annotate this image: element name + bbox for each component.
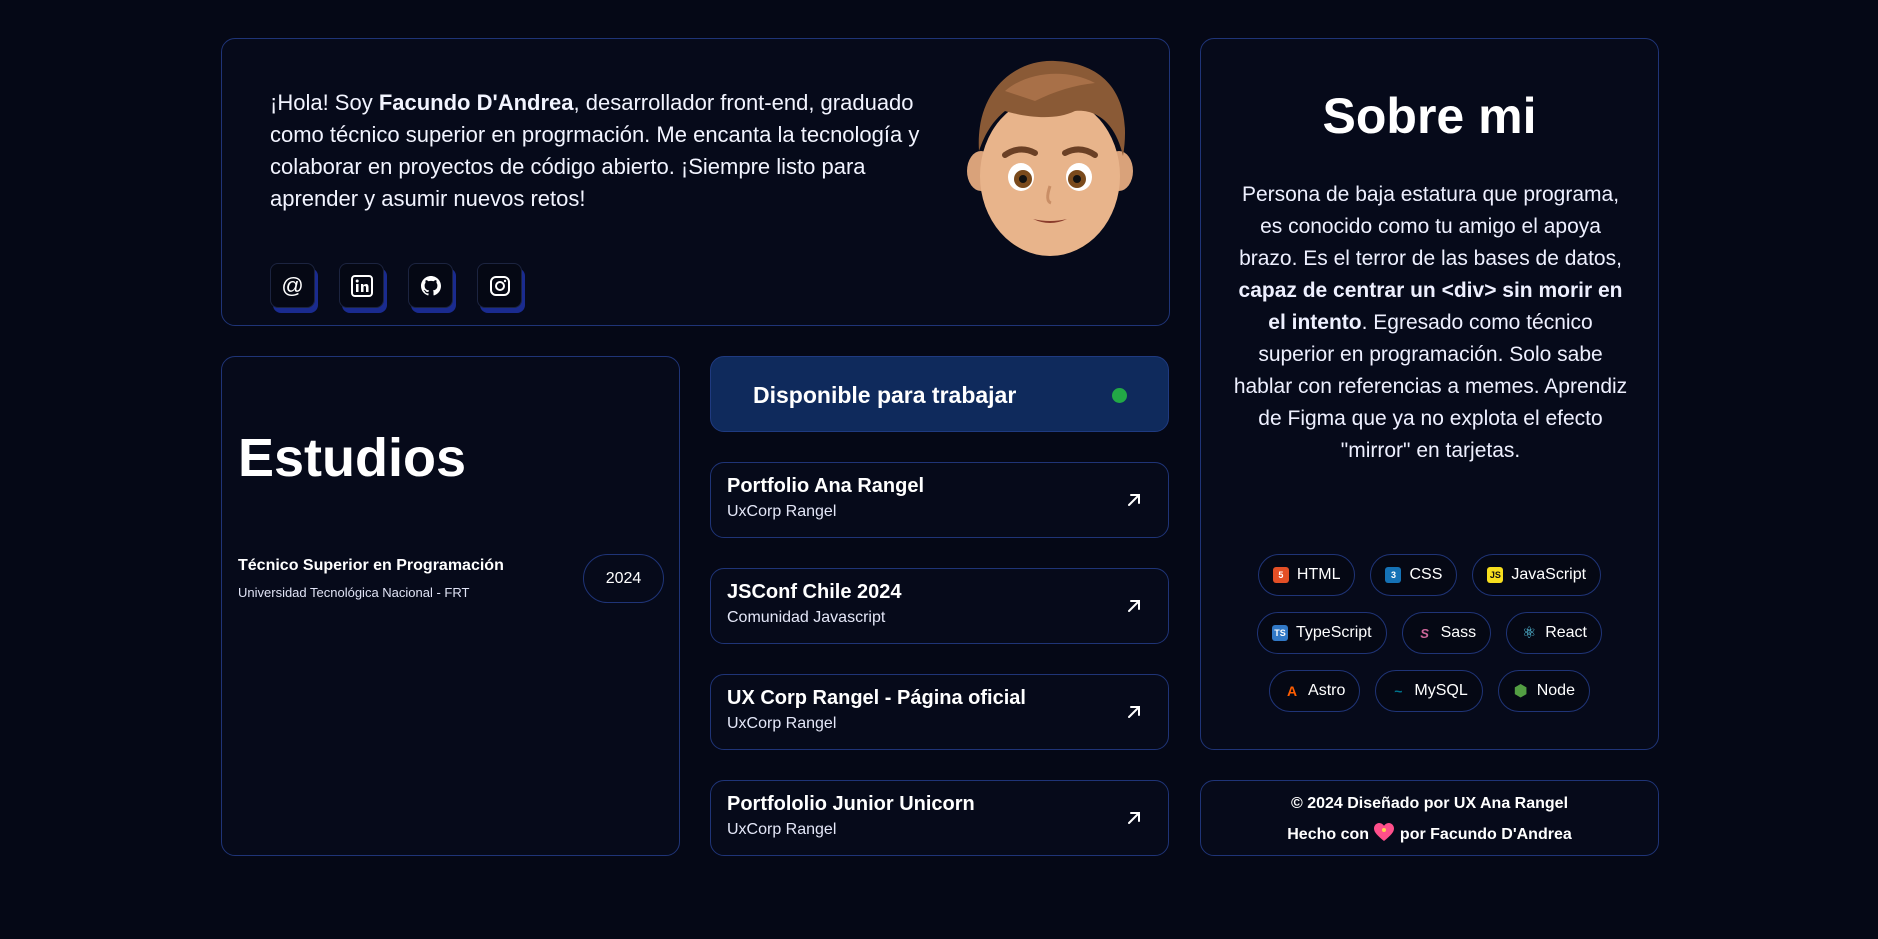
project-subtitle: UxCorp Rangel xyxy=(727,715,837,732)
javascript-icon: JS xyxy=(1487,567,1504,583)
arrow-up-right-icon xyxy=(1128,494,1140,506)
status-dot-icon xyxy=(1112,388,1127,403)
project-card[interactable]: Portfololio Junior Unicorn UxCorp Rangel xyxy=(710,780,1169,856)
tech-badge-javascript: JS JavaScript xyxy=(1472,554,1602,596)
footer: © 2024 Diseñado por UX Ana Rangel Hecho … xyxy=(1200,780,1659,856)
tech-badge-html: 5 HTML xyxy=(1257,554,1356,596)
footer-credits: © 2024 Diseñado por UX Ana Rangel xyxy=(1290,795,1569,812)
tech-badge-sass: S Sass xyxy=(1401,612,1492,654)
instagram-link[interactable] xyxy=(477,263,522,308)
footer-made-with: Hecho con por Facundo D'Andrea xyxy=(1201,822,1658,844)
about-text-part-1: Persona de baja estatura que programa, e… xyxy=(1239,183,1622,270)
instagram-icon xyxy=(489,275,510,296)
tech-badge-css: 3 CSS xyxy=(1370,554,1458,596)
tech-label: Sass xyxy=(1440,624,1477,641)
social-links: @ xyxy=(270,263,522,308)
tech-badge-react: ⚛ React xyxy=(1506,612,1602,654)
degree-institution: Universidad Tecnológica Nacional - FRT xyxy=(238,585,470,600)
intro-name: Facundo D'Andrea xyxy=(378,90,574,115)
project-card[interactable]: Portfolio Ana Rangel UxCorp Rangel xyxy=(710,462,1169,538)
arrow-up-right-icon xyxy=(1128,706,1140,718)
about-card: Sobre mi Persona de baja estatura que pr… xyxy=(1200,38,1659,750)
tech-badge-mysql: ~ MySQL xyxy=(1375,670,1483,712)
footer-made-with-prefix: Hecho con xyxy=(1287,826,1374,843)
css-icon: 3 xyxy=(1385,567,1402,583)
html-icon: 5 xyxy=(1272,567,1289,583)
project-card[interactable]: UX Corp Rangel - Página oficial UxCorp R… xyxy=(710,674,1169,750)
mysql-icon: ~ xyxy=(1394,683,1403,699)
studies-card: Estudios Técnico Superior en Programació… xyxy=(221,356,680,856)
project-title: JSConf Chile 2024 xyxy=(727,581,902,603)
intro-text: ¡Hola! Soy Facundo D'Andrea, desarrollad… xyxy=(270,87,940,215)
studies-title: Estudios xyxy=(238,428,467,488)
github-link[interactable] xyxy=(408,263,453,308)
tech-label: MySQL xyxy=(1414,682,1468,699)
tech-label: CSS xyxy=(1409,566,1443,583)
intro-greeting: ¡Hola! Soy xyxy=(270,90,379,115)
project-title: Portfololio Junior Unicorn xyxy=(727,793,975,815)
project-title: Portfolio Ana Rangel xyxy=(727,475,925,497)
tech-badge-astro: A Astro xyxy=(1269,670,1361,712)
about-description: Persona de baja estatura que programa, e… xyxy=(1231,179,1630,467)
github-icon xyxy=(420,275,441,295)
project-subtitle: Comunidad Javascript xyxy=(727,609,886,626)
linkedin-icon xyxy=(350,274,373,297)
node-icon: ⬢ xyxy=(1513,683,1528,700)
degree-entry: Técnico Superior en Programación Univers… xyxy=(238,557,504,600)
heart-icon xyxy=(1374,823,1395,841)
tech-label: HTML xyxy=(1296,566,1341,583)
typescript-icon: TS xyxy=(1272,625,1289,641)
tech-label: JavaScript xyxy=(1511,566,1587,583)
avatar xyxy=(967,60,1133,256)
year-badge: 2024 xyxy=(583,554,664,603)
availability-banner: Disponible para trabajar xyxy=(710,356,1169,432)
availability-label: Disponible para trabajar xyxy=(753,382,1017,408)
arrow-up-right-icon xyxy=(1128,600,1140,612)
tech-label: TypeScript xyxy=(1296,624,1372,641)
project-subtitle: UxCorp Rangel xyxy=(727,821,837,838)
react-icon: ⚛ xyxy=(1522,625,1537,642)
project-title: UX Corp Rangel - Página oficial xyxy=(727,687,1026,709)
tech-label: Astro xyxy=(1308,682,1346,699)
degree-title: Técnico Superior en Programación xyxy=(238,557,504,574)
intro-card: ¡Hola! Soy Facundo D'Andrea, desarrollad… xyxy=(221,38,1170,326)
arrow-up-right-icon xyxy=(1128,812,1140,824)
astro-icon: A xyxy=(1286,683,1298,699)
tech-label: React xyxy=(1545,624,1587,641)
about-title: Sobre mi xyxy=(1322,88,1537,144)
sass-icon: S xyxy=(1420,625,1429,641)
tech-badge-node: ⬢ Node xyxy=(1497,670,1590,712)
project-subtitle: UxCorp Rangel xyxy=(727,503,837,520)
email-link[interactable]: @ xyxy=(270,263,315,308)
footer-made-with-suffix: por Facundo D'Andrea xyxy=(1395,826,1572,843)
at-icon: @ xyxy=(281,272,304,298)
linkedin-link[interactable] xyxy=(339,263,384,308)
project-card[interactable]: JSConf Chile 2024 Comunidad Javascript xyxy=(710,568,1169,644)
tech-badge-typescript: TS TypeScript xyxy=(1257,612,1387,654)
tech-label: Node xyxy=(1536,682,1575,699)
tech-stack: 5 HTML 3 CSS JS JavaScript TS TypeScript… xyxy=(1201,554,1658,712)
